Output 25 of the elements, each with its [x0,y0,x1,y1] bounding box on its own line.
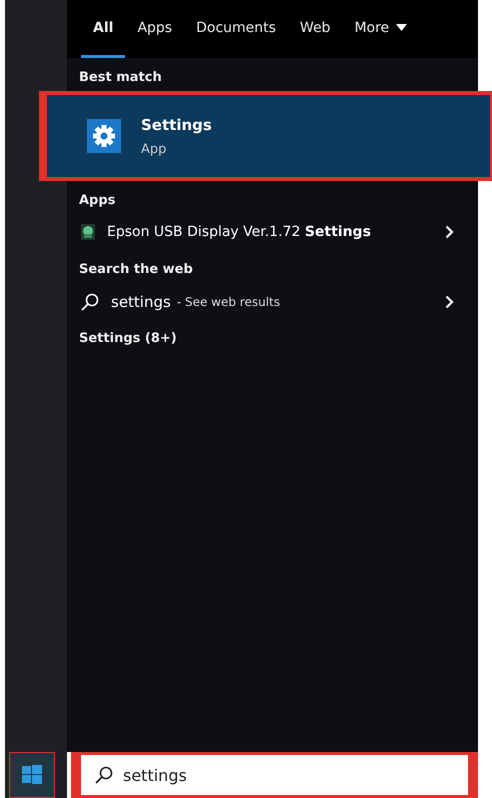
chevron-icon [445,295,454,309]
search-icon [81,293,99,311]
start-button[interactable] [9,752,55,798]
best-match-item[interactable]: Settings App [39,91,492,181]
windows-icon [22,765,42,785]
tab[interactable]: Web [288,0,342,58]
result-type: App [141,142,168,156]
search-icon [95,766,113,784]
app-result[interactable]: Epson USB Display Ver.1.72 Settings [67,214,478,250]
search-query: settings [111,293,171,311]
tab[interactable]: Apps [125,0,184,58]
section-heading: Settings (8+) [78,330,178,348]
tab[interactable]: All [81,0,126,58]
tab[interactable]: More [342,0,420,58]
web-result[interactable]: settings - See web results [67,283,478,321]
result-title: Settings [141,116,212,134]
result-hint: - See web results [176,295,281,309]
section-heading: Search the web [78,261,194,279]
gear-icon [87,119,121,153]
section-heading: Apps [78,192,116,210]
app-icon [81,224,95,240]
section-heading: Best match [78,69,163,87]
chevron-icon [445,225,454,239]
tab[interactable]: Documents [184,0,288,58]
search-field[interactable]: settings [71,752,478,798]
